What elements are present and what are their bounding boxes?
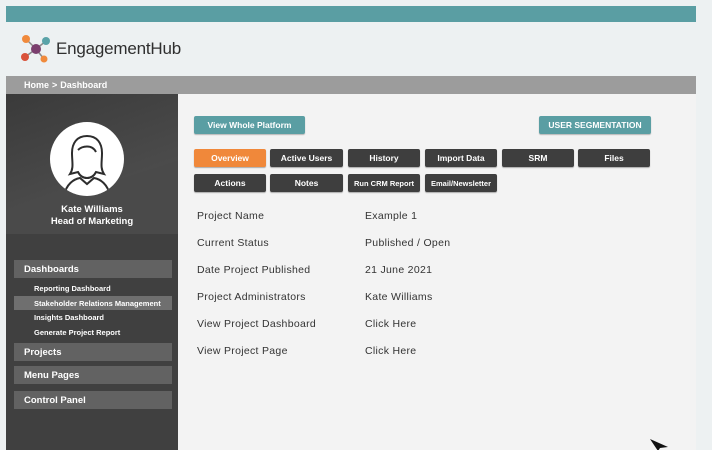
breadcrumb-current: Dashboard xyxy=(60,80,108,90)
view-project-dashboard-link[interactable]: Click Here xyxy=(365,318,416,330)
view-whole-platform-button[interactable]: View Whole Platform xyxy=(194,116,305,134)
tab-email-newsletter[interactable]: Email/Newsletter xyxy=(425,174,497,192)
profile-panel: Kate Williams Head of Marketing xyxy=(6,94,178,234)
tab-active-users[interactable]: Active Users xyxy=(270,149,343,167)
project-name-value: Example 1 xyxy=(365,210,418,222)
tab-files[interactable]: Files xyxy=(578,149,650,167)
engagementhub-logo-icon xyxy=(18,31,54,67)
view-project-page-link[interactable]: Click Here xyxy=(365,345,416,357)
current-status-value: Published / Open xyxy=(365,237,451,249)
breadcrumb-home[interactable]: Home xyxy=(24,80,49,90)
date-published-value: 21 June 2021 xyxy=(365,264,433,276)
user-segmentation-button[interactable]: USER SEGMENTATION xyxy=(539,116,651,134)
avatar[interactable] xyxy=(50,122,124,196)
project-administrators-value: Kate Williams xyxy=(365,291,433,303)
tab-import-data[interactable]: Import Data xyxy=(425,149,497,167)
tab-actions[interactable]: Actions xyxy=(194,174,266,192)
breadcrumb-separator: > xyxy=(52,80,58,90)
view-project-page-label: View Project Page xyxy=(197,345,288,357)
tab-srm[interactable]: SRM xyxy=(502,149,574,167)
sidebar-section-projects[interactable]: Projects xyxy=(14,343,172,361)
project-name-label: Project Name xyxy=(197,210,265,222)
sidebar: Kate Williams Head of Marketing Dashboar… xyxy=(6,94,178,450)
tab-history[interactable]: History xyxy=(348,149,420,167)
sidebar-section-control-panel[interactable]: Control Panel xyxy=(14,391,172,409)
project-administrators-label: Project Administrators xyxy=(197,291,306,303)
date-published-label: Date Project Published xyxy=(197,264,311,276)
sidebar-item-reporting-dashboard[interactable]: Reporting Dashboard xyxy=(14,281,172,295)
current-status-label: Current Status xyxy=(197,237,269,249)
user-title: Head of Marketing xyxy=(50,216,134,227)
sidebar-item-insights-dashboard[interactable]: Insights Dashboard xyxy=(14,310,172,324)
brand-logo[interactable]: EngagementHub xyxy=(18,31,218,67)
view-project-dashboard-label: View Project Dashboard xyxy=(197,318,317,330)
tab-notes[interactable]: Notes xyxy=(270,174,343,192)
sidebar-item-stakeholder-relations[interactable]: Stakeholder Relations Management xyxy=(14,296,172,310)
user-name: Kate Williams xyxy=(61,204,123,215)
breadcrumb: Home > Dashboard xyxy=(6,76,696,94)
top-accent-bar xyxy=(6,6,696,22)
sidebar-section-dashboards[interactable]: Dashboards xyxy=(14,260,172,278)
main-content: View Whole Platform USER SEGMENTATION Ov… xyxy=(178,94,696,450)
tab-overview[interactable]: Overview xyxy=(194,149,266,167)
brand-name: EngagementHub xyxy=(56,39,181,58)
sidebar-item-generate-report[interactable]: Generate Project Report xyxy=(14,325,172,339)
tab-run-crm-report[interactable]: Run CRM Report xyxy=(348,174,420,192)
sidebar-section-menu-pages[interactable]: Menu Pages xyxy=(14,366,172,384)
user-avatar-icon xyxy=(63,134,111,196)
